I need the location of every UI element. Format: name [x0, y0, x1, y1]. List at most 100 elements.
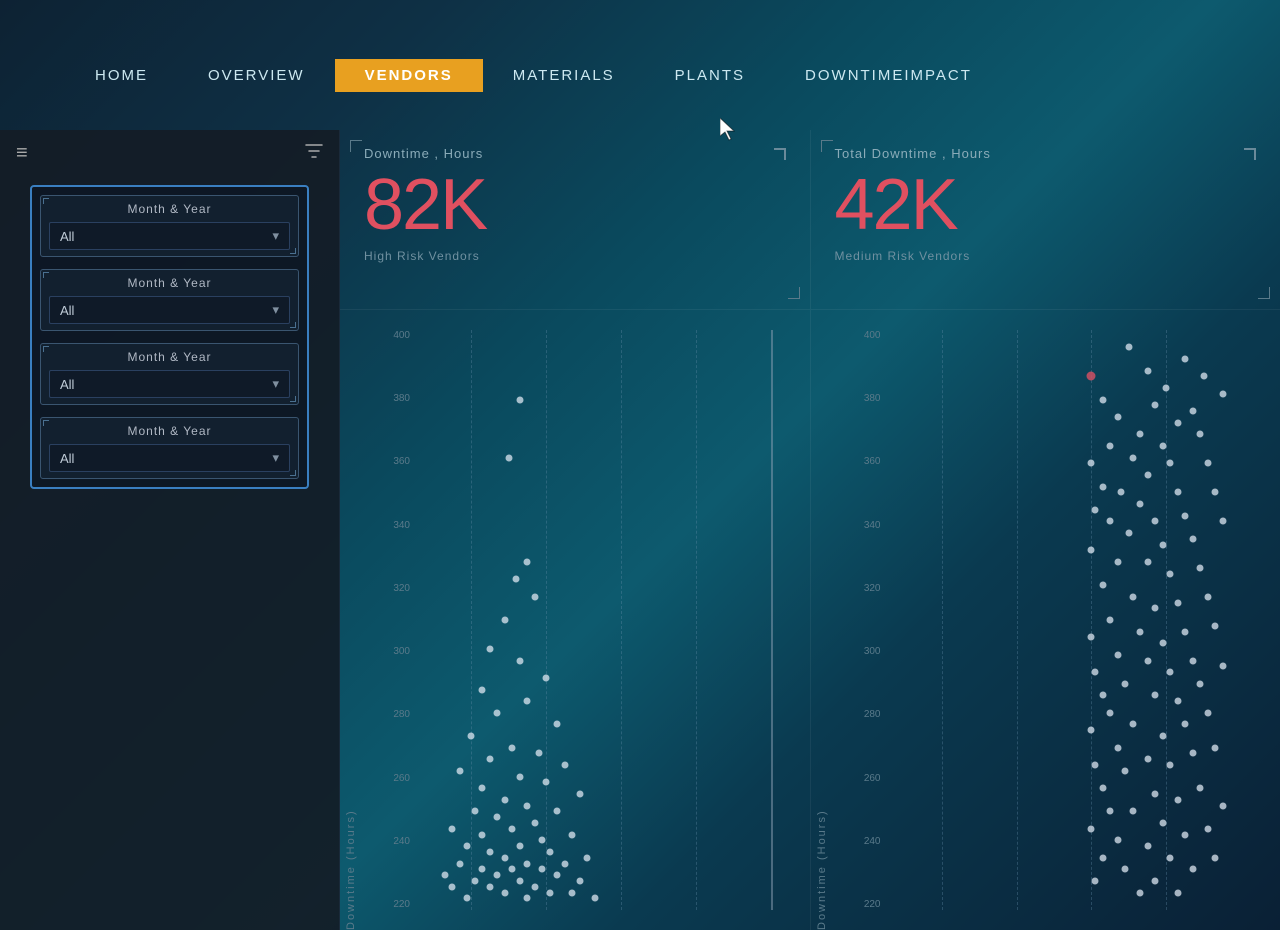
dot	[1144, 559, 1151, 566]
dot	[1159, 541, 1166, 548]
filter-icon[interactable]	[305, 142, 323, 165]
dot	[524, 860, 531, 867]
dot	[1099, 854, 1106, 861]
dot	[1152, 605, 1159, 612]
nav-materials[interactable]: Materials	[483, 59, 645, 92]
dot	[1159, 820, 1166, 827]
dot	[501, 617, 508, 624]
dot	[1159, 733, 1166, 740]
dot	[449, 825, 456, 832]
chevron-icon-3: ▾	[272, 376, 279, 392]
filter-group-1: Month & Year All ▾	[40, 195, 299, 257]
dot	[479, 686, 486, 693]
nav-vendors[interactable]: Vendors	[335, 59, 483, 92]
filter-group-2: Month & Year All ▾	[40, 269, 299, 331]
dot	[543, 675, 550, 682]
dot	[1182, 831, 1189, 838]
corner-br-4	[290, 470, 296, 476]
filter-group-3: Month & Year All ▾	[40, 343, 299, 405]
dot	[1189, 408, 1196, 415]
dot	[591, 895, 598, 902]
dot	[1088, 825, 1095, 832]
filters-container: Month & Year All ▾ Month & Year All ▾	[30, 185, 309, 489]
dashed-line-3	[621, 330, 622, 910]
dot	[524, 559, 531, 566]
dot	[1189, 750, 1196, 757]
dot	[516, 878, 523, 885]
dot	[479, 785, 486, 792]
y-ticks-left: 400 380 360 340 320 300 280 260 240 220	[380, 330, 410, 910]
dot	[1167, 570, 1174, 577]
dot	[1114, 744, 1121, 751]
dot	[1152, 518, 1159, 525]
dot	[524, 802, 531, 809]
hamburger-icon[interactable]: ≡	[16, 142, 28, 165]
dot	[1167, 854, 1174, 861]
filter-value-3: All	[60, 377, 74, 392]
expand-icon-1[interactable]	[774, 148, 786, 160]
dot	[1137, 889, 1144, 896]
scatter-area-left	[415, 330, 790, 910]
dot	[1137, 501, 1144, 508]
dot	[1167, 669, 1174, 676]
dot	[1152, 692, 1159, 699]
dot	[1107, 617, 1114, 624]
nav-home[interactable]: Home	[65, 59, 178, 92]
dashed-line-2	[546, 330, 547, 910]
dot	[554, 721, 561, 728]
dot	[494, 814, 501, 821]
dot	[1107, 443, 1114, 450]
dot	[464, 895, 471, 902]
filter-select-4[interactable]: All ▾	[49, 444, 290, 472]
dot	[539, 866, 546, 873]
chevron-icon-2: ▾	[272, 302, 279, 318]
stats-row: Downtime , Hours 82K High Risk Vendors T…	[340, 130, 1280, 310]
filter-select-3[interactable]: All ▾	[49, 370, 290, 398]
dot	[494, 709, 501, 716]
dot	[1219, 663, 1226, 670]
dot	[449, 883, 456, 890]
filter-select-1[interactable]: All ▾	[49, 222, 290, 250]
dot	[1129, 721, 1136, 728]
dot	[1129, 454, 1136, 461]
stat-label-total-downtime: Total Downtime , Hours	[835, 146, 1257, 161]
filter-box-3: Month & Year All ▾	[40, 343, 299, 405]
dot	[509, 866, 516, 873]
dot	[1174, 489, 1181, 496]
stat-panel-medium-risk: Total Downtime , Hours 42K Medium Risk V…	[810, 130, 1280, 310]
dot	[1088, 460, 1095, 467]
sidebar-panel: ≡ Month & Year All ▾ Mo	[0, 130, 340, 930]
corner-tl-1	[43, 198, 49, 204]
dot	[1137, 628, 1144, 635]
nav-overview[interactable]: Overview	[178, 59, 335, 92]
dot	[524, 895, 531, 902]
filter-group-4: Month & Year All ▾	[40, 417, 299, 479]
corner-br-3	[290, 396, 296, 402]
chart-panel-left: Downtime (Hours) 400 380 360 340 320 300…	[340, 310, 810, 930]
filter-box-4: Month & Year All ▾	[40, 417, 299, 479]
dot	[1197, 785, 1204, 792]
dot	[516, 843, 523, 850]
filter-select-2[interactable]: All ▾	[49, 296, 290, 324]
dot	[501, 796, 508, 803]
dot	[1092, 878, 1099, 885]
scatter-area-right	[886, 330, 1261, 910]
dot	[1197, 564, 1204, 571]
corner-br-1	[290, 248, 296, 254]
dot	[1129, 808, 1136, 815]
dot	[471, 808, 478, 815]
dot	[546, 849, 553, 856]
filter-box-1: Month & Year All ▾	[40, 195, 299, 257]
nav-plants[interactable]: Plants	[645, 59, 775, 92]
dot	[1099, 483, 1106, 490]
dot	[468, 733, 475, 740]
dot	[1212, 854, 1219, 861]
dot	[1182, 512, 1189, 519]
expand-icon-2[interactable]	[1244, 148, 1256, 160]
dot	[1144, 472, 1151, 479]
dot	[1092, 762, 1099, 769]
dot	[1189, 657, 1196, 664]
nav-downtime-impact[interactable]: DowntimeImpact	[775, 59, 1002, 92]
dot	[1114, 559, 1121, 566]
dot	[516, 396, 523, 403]
